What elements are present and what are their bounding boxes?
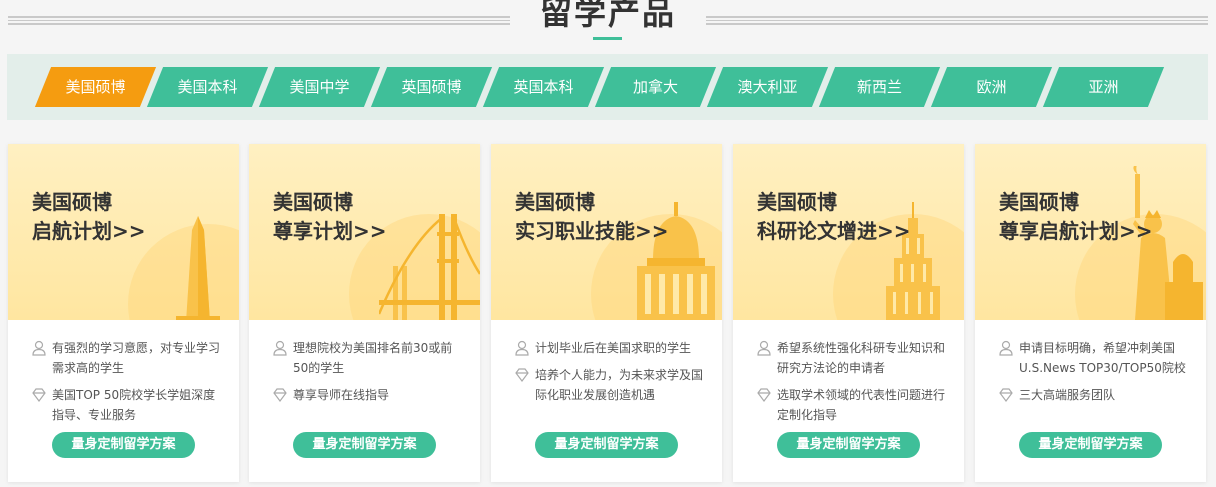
tab-label: 美国本科 [177,78,238,96]
tab-label: 加拿大 [632,78,678,96]
card-audience: 计划毕业后在美国求职的学生 [535,341,692,355]
golden-gate-bridge-icon [379,214,480,320]
tab-new-zealand[interactable]: 新西兰 [818,67,941,107]
section-title: 留学产品 [539,0,676,32]
tab-label: 英国本科 [513,78,574,96]
section-header: 留学产品 [0,0,1216,50]
user-icon [515,340,529,356]
card-title: 美国硕博 实习职业技能>> [515,190,669,243]
card-title: 美国硕博 尊享启航计划>> [999,190,1153,243]
tab-us-graduate[interactable]: 美国硕博 [34,67,157,107]
page: 留学产品 美国硕博 美国本科 美国中学 英国硕博 英国本科 加拿大 澳大利亚 新… [0,0,1216,487]
user-icon [32,340,46,356]
product-card[interactable]: 美国硕博 实习职业技能>> 计划毕业后在美国求职的学生 培养个人能力，为未来求学及… [491,144,722,482]
diamond-icon [999,388,1013,402]
tab-europe[interactable]: 欧洲 [930,67,1053,107]
card-banner: 美国硕博 尊享计划>> [249,144,480,320]
custom-plan-button[interactable]: 量身定制留学方案 [293,432,436,458]
title-underline [593,37,622,40]
tab-uk-undergraduate[interactable]: 英国本科 [482,67,605,107]
tab-label: 新西兰 [856,78,902,96]
card-service: 培养个人能力，为未来求学及国际化职业发展创造机遇 [535,368,704,402]
card-title: 美国硕博 尊享计划>> [273,190,387,243]
card-banner: 美国硕博 科研论文增进>> [733,144,964,320]
tab-uk-graduate[interactable]: 英国硕博 [370,67,493,107]
tab-label: 澳大利亚 [737,78,798,96]
tab-canada[interactable]: 加拿大 [594,67,717,107]
tab-label: 英国硕博 [401,78,462,96]
tab-us-undergraduate[interactable]: 美国本科 [146,67,269,107]
user-icon [757,340,771,356]
card-service: 三大高端服务团队 [1019,388,1116,402]
monument-tower-icon [176,216,220,320]
tab-us-high-school[interactable]: 美国中学 [258,67,381,107]
card-service: 选取学术领域的代表性问题进行定制化指导 [777,388,946,422]
card-audience: 有强烈的学习意愿，对专业学习需求高的学生 [52,341,221,375]
tab-label: 美国硕博 [65,78,126,96]
card-audience: 希望系统性强化科研专业知识和研究方法论的申请者 [777,341,946,375]
card-banner: 美国硕博 实习职业技能>> [491,144,722,320]
card-title: 美国硕博 启航计划>> [32,190,146,243]
card-service: 美国TOP 50院校学长学姐深度指导、专业服务 [52,388,216,422]
custom-plan-button[interactable]: 量身定制留学方案 [777,432,920,458]
custom-plan-button[interactable]: 量身定制留学方案 [52,432,195,458]
user-icon [273,340,287,356]
product-card[interactable]: 美国硕博 尊享启航计划>> 申请目标明确，希望冲刺美国U.S.News TOP30… [975,144,1206,482]
tab-label: 美国中学 [289,78,350,96]
diamond-icon [757,388,771,402]
card-service: 尊享导师在线指导 [293,388,390,402]
product-card[interactable]: 美国硕博 科研论文增进>> 希望系统性强化科研专业知识和研究方法论的申请者 选取学… [733,144,964,482]
tab-australia[interactable]: 澳大利亚 [706,67,829,107]
tab-label: 欧洲 [976,78,1007,96]
card-title: 美国硕博 科研论文增进>> [757,190,911,243]
product-card[interactable]: 美国硕博 尊享计划>> 理想院校为美国排名前30或前50的学生 尊享导师在线指导 … [249,144,480,482]
product-card[interactable]: 美国硕博 启航计划>> 有强烈的学习意愿，对专业学习需求高的学生 美国TOP 50… [8,144,239,482]
country-tab-bar: 美国硕博 美国本科 美国中学 英国硕博 英国本科 加拿大 澳大利亚 新西兰 欧洲… [7,54,1208,120]
diamond-icon [273,388,287,402]
tab-asia[interactable]: 亚洲 [1042,67,1165,107]
user-icon [999,340,1013,356]
custom-plan-button[interactable]: 量身定制留学方案 [1019,432,1162,458]
diamond-icon [515,368,529,382]
card-banner: 美国硕博 尊享启航计划>> [975,144,1206,320]
diamond-icon [32,388,46,402]
card-banner: 美国硕博 启航计划>> [8,144,239,320]
card-audience: 理想院校为美国排名前30或前50的学生 [293,341,453,375]
custom-plan-button[interactable]: 量身定制留学方案 [535,432,678,458]
card-audience: 申请目标明确，希望冲刺美国U.S.News TOP30/TOP50院校 [1019,341,1186,375]
tab-label: 亚洲 [1088,78,1119,96]
